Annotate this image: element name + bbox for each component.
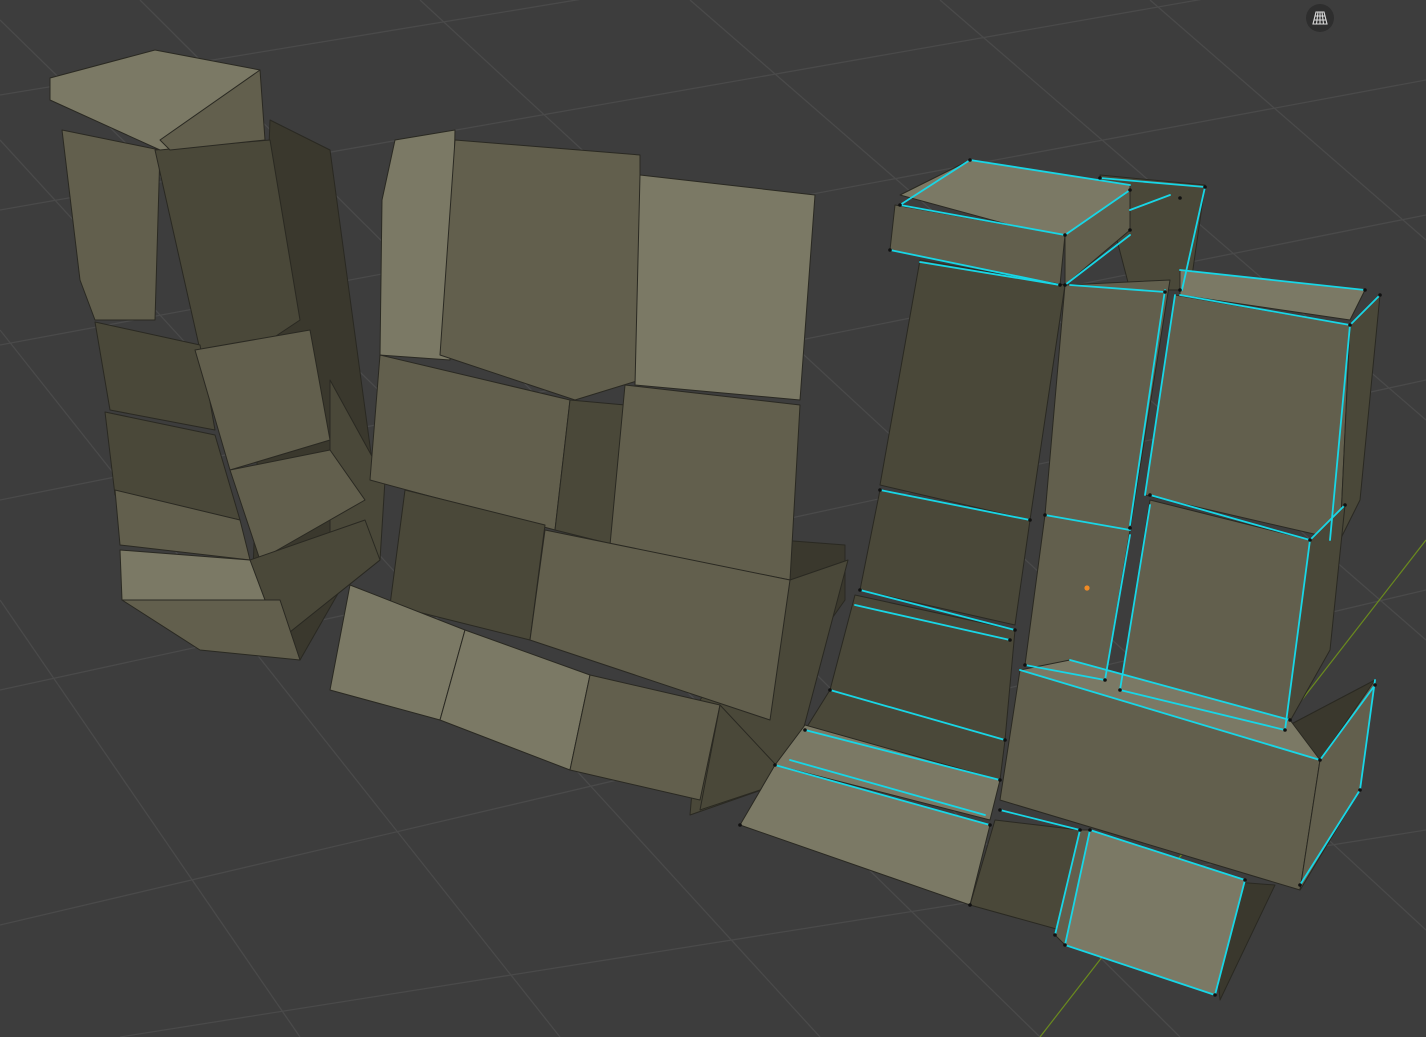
mesh-vertex — [1098, 176, 1102, 180]
mesh-vertex — [1308, 538, 1312, 542]
mesh-vertex — [1318, 758, 1322, 762]
mesh-vertex — [1028, 518, 1032, 522]
mesh-vertex — [1013, 628, 1017, 632]
stone-wall-block[interactable] — [329, 129, 849, 816]
mesh-vertex — [828, 688, 832, 692]
mesh-vertex — [1283, 728, 1287, 732]
mesh-vertex — [1058, 283, 1062, 287]
mesh-vertex — [1128, 188, 1132, 192]
mesh-vertex — [1163, 290, 1167, 294]
stone-block-face — [121, 599, 301, 661]
mesh-vertex — [1063, 943, 1067, 947]
mesh-vertex — [1043, 513, 1047, 517]
mesh-vertex — [1363, 288, 1367, 292]
mesh-vertex — [968, 158, 972, 162]
stone-block-face — [439, 139, 641, 401]
mesh-vertex — [1118, 688, 1122, 692]
mesh-vertex — [1128, 526, 1132, 530]
mesh-vertex — [1288, 718, 1292, 722]
mesh-vertex — [1008, 638, 1012, 642]
mesh-vertex — [1178, 288, 1182, 292]
stone-block-face — [879, 259, 1066, 521]
mesh-vertex — [1053, 933, 1057, 937]
mesh-vertex — [1213, 993, 1217, 997]
mesh-vertex — [1298, 883, 1302, 887]
mesh-vertex — [1063, 283, 1067, 287]
mesh-vertex — [1343, 503, 1347, 507]
mesh-vertex — [968, 903, 972, 907]
mesh-vertex — [988, 823, 992, 827]
mesh-vertex — [1178, 196, 1182, 200]
stone-block-face — [61, 129, 161, 321]
perspective-toggle-button[interactable] — [1306, 4, 1334, 32]
mesh-vertex — [878, 488, 882, 492]
stone-block-face — [1144, 294, 1351, 541]
viewport-scene[interactable] — [0, 0, 1426, 1037]
perspective-grid-icon — [1312, 11, 1328, 25]
stone-pillar[interactable] — [49, 49, 386, 661]
mesh-vertex — [1243, 878, 1247, 882]
stone-block-face — [1024, 514, 1131, 681]
mesh-vertex — [1003, 738, 1007, 742]
mesh-vertex — [1348, 323, 1352, 327]
mesh-vertex — [1148, 493, 1152, 497]
mesh-vertex — [1078, 828, 1082, 832]
mesh-vertex — [1358, 788, 1362, 792]
grid-line — [0, 599, 301, 1037]
mesh-vertex — [1203, 185, 1207, 189]
3d-viewport[interactable] — [0, 0, 1426, 1037]
mesh-vertex — [1023, 663, 1027, 667]
mesh-vertex — [888, 248, 892, 252]
mesh-vertex — [738, 823, 742, 827]
object-origin-point — [1084, 585, 1090, 591]
mesh-vertex — [1063, 233, 1067, 237]
mesh-vertex — [773, 763, 777, 767]
mesh-vertex — [1378, 293, 1382, 297]
mesh-vertex — [1128, 228, 1132, 232]
mesh-vertex — [803, 728, 807, 732]
mesh-vertex — [998, 778, 1002, 782]
mesh-vertex — [1088, 828, 1092, 832]
mesh-vertex — [898, 203, 902, 207]
stone-block-face — [634, 174, 816, 401]
mesh-vertex — [1373, 683, 1377, 687]
mesh-vertex — [998, 808, 1002, 812]
mesh-vertex — [858, 588, 862, 592]
mesh-vertex — [1103, 678, 1107, 682]
